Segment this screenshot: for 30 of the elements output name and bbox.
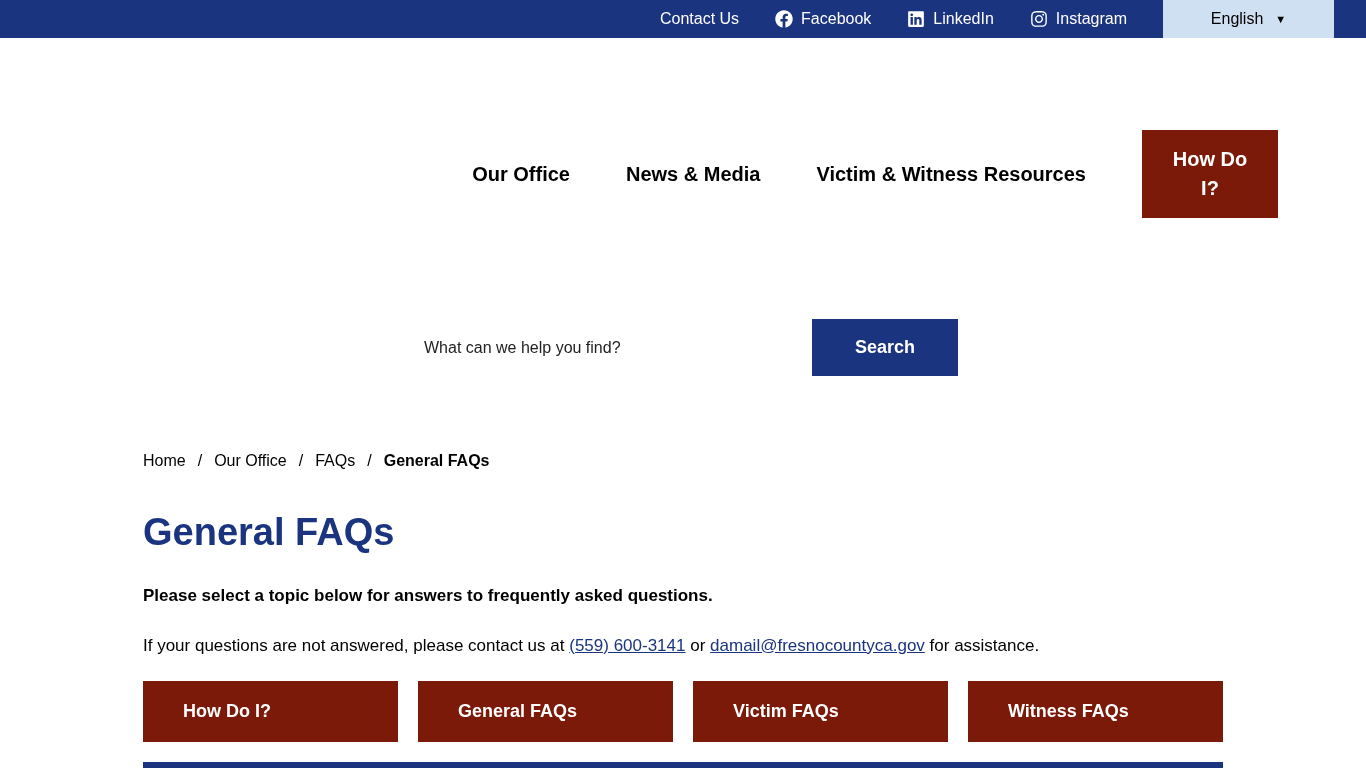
top-bar-link[interactable]: Facebook [775,7,872,31]
top-bar-link[interactable]: LinkedIn [907,7,994,31]
breadcrumb-separator: / [367,451,372,471]
linkedin-icon [907,10,926,28]
top-bar-link[interactable]: Instagram [1029,7,1127,31]
breadcrumb-separator: / [197,451,203,471]
topic-button[interactable]: General FAQs [418,681,673,742]
current-page-label: General FAQs [383,451,490,471]
search-button[interactable]: Search [812,319,958,376]
top-bar-link[interactable]: Contact Us [659,7,740,31]
breadcrumb-link[interactable]: Home [143,449,186,473]
contact-text: If your questions are not answered, please contact us at (559) 600-3141 or damail@fresnocountyca.gov for assistance. [143,634,1041,657]
search-field[interactable]: What can we help you find? [416,319,812,376]
language-select[interactable]: English ▼ [1163,0,1334,38]
facebook-icon [775,10,794,28]
topic-button[interactable]: Victim FAQs [693,681,948,742]
phone-link[interactable]: (559) 600-3141 [569,635,686,655]
topic-button[interactable]: How Do I? [143,681,398,742]
intro-text: Please select a topic below for answers to frequently asked questions. [143,585,714,607]
breadcrumb-link[interactable]: FAQs [315,449,356,473]
nav-link[interactable]: Our Office [472,159,570,189]
email-link[interactable]: damail@fresnocountyca.gov [710,635,925,655]
page-title: General FAQs [143,510,396,555]
breadcrumb-separator: / [298,451,304,471]
nav-link[interactable]: Victim & Witness Resources [816,159,1086,189]
topic-button[interactable]: Witness FAQs [968,681,1223,742]
nav-button[interactable]: How Do I? [1142,130,1278,218]
instagram-icon [1029,10,1048,28]
nav-link[interactable]: News & Media [625,159,761,189]
breadcrumb-link[interactable]: Our Office [214,449,287,473]
